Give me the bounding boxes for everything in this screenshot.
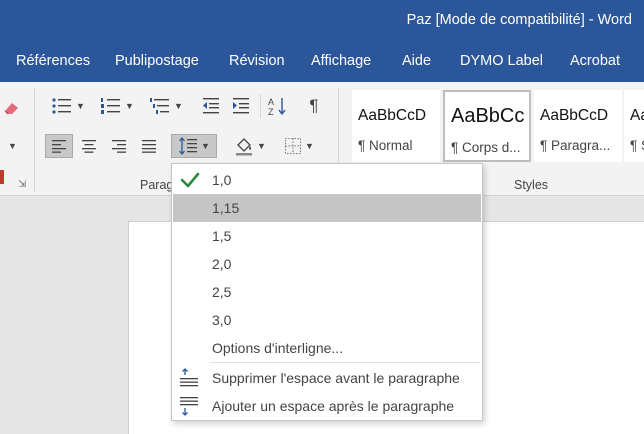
align-left-button[interactable] (45, 134, 73, 158)
remove-space-before-item[interactable]: Supprimer l'espace avant le paragraphe (173, 364, 481, 392)
line-spacing-option-1-5[interactable]: 1,5 (173, 222, 481, 250)
increase-indent-button[interactable] (228, 94, 254, 118)
align-center-icon (82, 140, 96, 153)
style-sample: AaBbCc (451, 105, 525, 127)
menu-item-label: 1,5 (212, 228, 232, 244)
menu-separator (210, 362, 480, 363)
tab-dymo-label[interactable]: DYMO Label (460, 53, 543, 69)
group-separator (34, 88, 35, 192)
style-sample: AaBbCcD (358, 107, 427, 124)
decrease-indent-icon (203, 98, 219, 114)
sort-button[interactable]: A Z (264, 94, 292, 118)
shading-button[interactable]: ▼ (228, 134, 272, 158)
multilevel-list-icon (150, 98, 170, 114)
menu-item-label: 1,0 (212, 172, 232, 188)
add-space-after-item[interactable]: Ajouter un espace après le paragraphe (173, 392, 481, 420)
line-spacing-icon (179, 137, 198, 155)
line-spacing-button[interactable]: ▼ (171, 134, 217, 158)
tab-review[interactable]: Révision (229, 53, 285, 69)
paint-bucket-icon (236, 138, 253, 156)
tab-references[interactable]: Références (16, 53, 90, 69)
style-sample: AaBbCcD (540, 107, 609, 124)
chevron-down-icon: ▼ (257, 141, 266, 151)
menu-item-label: 2,5 (212, 284, 232, 300)
paragraph-group-label: Parag (140, 178, 174, 192)
button-separator (260, 94, 261, 118)
ribbon-tabs: Références Publipostage Révision Afficha… (0, 42, 644, 82)
tab-mailings[interactable]: Publipostage (115, 53, 199, 69)
justify-button[interactable] (135, 134, 163, 158)
numbered-list-icon (101, 98, 121, 114)
multilevel-list-button[interactable]: ▼ (144, 94, 188, 118)
tab-help[interactable]: Aide (402, 53, 431, 69)
menu-item-label: Options d'interligne... (212, 340, 344, 356)
menu-item-label: 2,0 (212, 256, 232, 272)
line-spacing-option-2-0[interactable]: 2,0 (173, 250, 481, 278)
chevron-down-icon: ▼ (305, 141, 314, 151)
line-spacing-option-1-0[interactable]: 1,0 (173, 166, 481, 194)
chevron-down-icon: ▼ (8, 141, 17, 151)
styles-group-label: Styles (514, 178, 549, 192)
style-name: ¶ Normal (358, 138, 413, 153)
space-before-icon (180, 368, 198, 387)
font-color-swatch (0, 170, 4, 184)
checkmark-icon (180, 172, 200, 188)
tab-view[interactable]: Affichage (311, 53, 371, 69)
clear-formatting-button[interactable] (0, 96, 22, 120)
space-after-icon (180, 397, 198, 416)
bullets-button[interactable]: ▼ (46, 94, 90, 118)
borders-button[interactable]: ▼ (278, 134, 320, 158)
style-body-text[interactable]: AaBbCc ¶ Corps d... (443, 90, 531, 162)
justify-icon (142, 140, 156, 153)
pilcrow-icon: ¶ (309, 96, 319, 115)
line-spacing-menu: 1,0 1,15 1,5 2,0 2,5 3,0 Options d'inter… (171, 163, 483, 421)
chevron-down-icon: ▼ (125, 101, 134, 111)
svg-text:Z: Z (268, 107, 274, 116)
line-spacing-option-3-0[interactable]: 3,0 (173, 306, 481, 334)
style-name: ¶ Corps d... (451, 140, 521, 155)
style-name: ¶ S (630, 138, 644, 153)
line-spacing-option-2-5[interactable]: 2,5 (173, 278, 481, 306)
eraser-icon (4, 103, 18, 115)
dialog-launcher-icon[interactable]: ⇲ (18, 179, 26, 190)
font-color-dropdown[interactable]: ▼ (0, 134, 22, 158)
style-name: ¶ Paragra... (540, 138, 611, 153)
menu-item-label: Ajouter un espace après le paragraphe (212, 398, 455, 414)
style-partial[interactable]: Aa ¶ S (624, 90, 644, 162)
style-sample: Aa (630, 107, 644, 124)
align-right-icon (112, 140, 126, 153)
window-title: Paz [Mode de compatibilité] - Word (406, 12, 632, 28)
line-spacing-option-1-15[interactable]: 1,15 (173, 194, 481, 222)
numbering-button[interactable]: ▼ (95, 94, 139, 118)
increase-indent-icon (233, 98, 249, 114)
align-center-button[interactable] (75, 134, 103, 158)
style-paragraph[interactable]: AaBbCcD ¶ Paragra... (534, 90, 622, 162)
svg-text:A: A (268, 97, 274, 107)
decrease-indent-button[interactable] (198, 94, 224, 118)
chevron-down-icon: ▼ (76, 101, 85, 111)
menu-item-label: 3,0 (212, 312, 232, 328)
align-right-button[interactable] (105, 134, 133, 158)
chevron-down-icon: ▼ (201, 141, 210, 151)
bullet-list-icon (52, 98, 72, 114)
align-left-icon (52, 140, 66, 153)
style-normal[interactable]: AaBbCcD ¶ Normal (352, 90, 440, 162)
show-formatting-marks-button[interactable]: ¶ (302, 94, 326, 118)
sort-az-icon: A Z (268, 97, 286, 116)
tab-acrobat[interactable]: Acrobat (570, 53, 620, 69)
line-spacing-options-link[interactable]: Options d'interligne... (173, 334, 481, 362)
title-bar: Paz [Mode de compatibilité] - Word (0, 0, 644, 42)
menu-item-label: Supprimer l'espace avant le paragraphe (212, 370, 460, 386)
borders-icon (285, 138, 302, 154)
menu-item-label: 1,15 (212, 200, 240, 216)
chevron-down-icon: ▼ (174, 101, 183, 111)
